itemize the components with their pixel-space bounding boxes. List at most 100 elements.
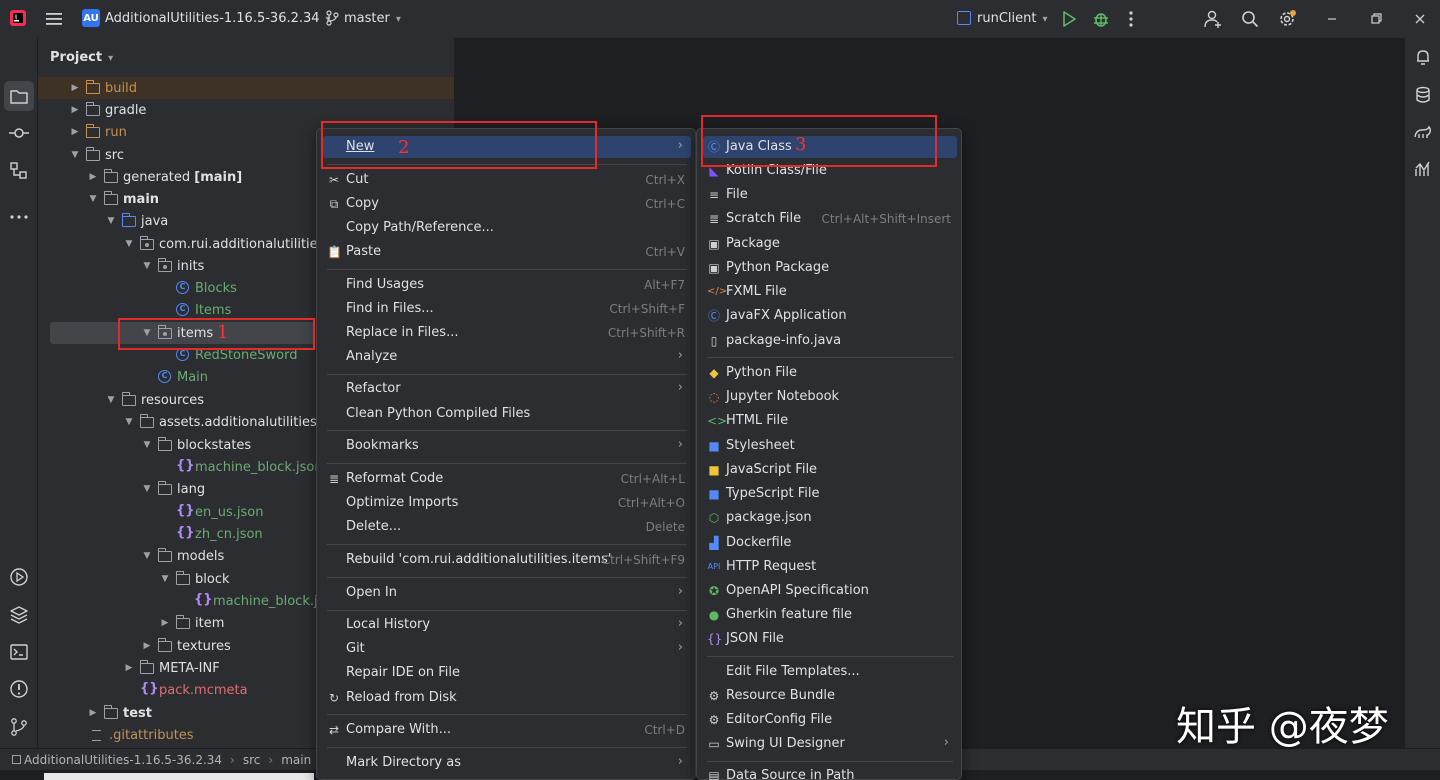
chevron-down-icon[interactable]: ▼: [158, 574, 172, 584]
menu-item-compare-with[interactable]: ⇄ Compare With... Ctrl+D: [323, 719, 691, 741]
submenu-item-data-source[interactable]: ▤ Data Source in Path: [703, 765, 957, 780]
menu-item-mark-directory[interactable]: Mark Directory as ›: [323, 752, 691, 774]
run-icon[interactable]: [1059, 9, 1079, 29]
chevron-down-icon[interactable]: ▼: [104, 216, 118, 226]
submenu-item-resource-bundle[interactable]: ⚙ Resource Bundle: [703, 685, 957, 707]
gradle-elephant-icon[interactable]: [1413, 122, 1433, 142]
submenu-item-edit-templates[interactable]: Edit File Templates...: [703, 661, 957, 683]
chevron-down-icon[interactable]: ▼: [140, 484, 154, 494]
chevron-right-icon[interactable]: ▶: [68, 105, 82, 115]
menu-item-optimize-imports[interactable]: Optimize Imports Ctrl+Alt+O: [323, 492, 691, 514]
chevron-right-icon[interactable]: ▶: [86, 172, 100, 182]
problems-icon[interactable]: [8, 678, 30, 700]
submenu-item-package[interactable]: ▣ Package: [703, 233, 957, 255]
main-menu-icon[interactable]: [44, 9, 64, 29]
submenu-item-gherkin[interactable]: ● Gherkin feature file: [703, 604, 957, 626]
breadcrumb-project[interactable]: AdditionalUtilities-1.16.5-36.2.34: [24, 753, 222, 767]
menu-item-cut[interactable]: ✂ Cut Ctrl+X: [323, 169, 691, 191]
menu-item-clean-python[interactable]: Clean Python Compiled Files: [323, 403, 691, 425]
run-config-selector[interactable]: runClient ▾: [977, 11, 1048, 26]
submenu-item-python-package[interactable]: ▣ Python Package: [703, 257, 957, 279]
submenu-item-swing-ui[interactable]: ▭ Swing UI Designer ›: [703, 733, 957, 755]
menu-item-refactor[interactable]: Refactor ›: [323, 378, 691, 400]
submenu-item-dockerfile[interactable]: ▟ Dockerfile: [703, 532, 957, 554]
menu-item-open-in[interactable]: Open In ›: [323, 582, 691, 604]
menu-item-delete[interactable]: Delete... Delete: [323, 516, 691, 538]
menu-item-analyze[interactable]: Analyze ›: [323, 346, 691, 368]
more-tools-icon[interactable]: [8, 206, 30, 228]
more-actions-icon[interactable]: [1121, 9, 1141, 29]
services-run-icon[interactable]: [8, 566, 30, 588]
project-badge[interactable]: AU: [82, 9, 100, 27]
submenu-item-json[interactable]: {} JSON File: [703, 628, 957, 650]
menu-item-find-in-files[interactable]: Find in Files... Ctrl+Shift+F: [323, 298, 691, 320]
project-folder-icon[interactable]: [8, 85, 30, 107]
submenu-item-package-info[interactable]: ▯ package-info.java: [703, 330, 957, 352]
chevron-down-icon[interactable]: ▼: [68, 150, 82, 160]
submenu-item-fxml[interactable]: </> FXML File: [703, 281, 957, 303]
git-branch-icon[interactable]: [325, 10, 339, 26]
tree-node-gradle[interactable]: ▶ gradle: [38, 99, 454, 121]
submenu-item-python-file[interactable]: ◆ Python File: [703, 362, 957, 384]
submenu-item-package-json[interactable]: ⬡ package.json: [703, 507, 957, 529]
settings-gear-icon[interactable]: [1277, 9, 1297, 29]
submenu-item-stylesheet[interactable]: ■ Stylesheet: [703, 435, 957, 457]
chevron-down-icon[interactable]: ▼: [140, 551, 154, 561]
terminal-icon[interactable]: [8, 641, 30, 663]
menu-item-replace-in-files[interactable]: Replace in Files... Ctrl+Shift+R: [323, 322, 691, 344]
git-icon[interactable]: [8, 716, 30, 738]
chevron-down-icon[interactable]: ▼: [86, 194, 100, 204]
branch-selector[interactable]: master ▾: [344, 11, 401, 26]
breadcrumb-main[interactable]: main: [281, 753, 311, 767]
chevron-right-icon[interactable]: ▶: [68, 127, 82, 137]
project-view-selector[interactable]: Project ▾: [50, 50, 113, 65]
submenu-item-javascript[interactable]: ■ JavaScript File: [703, 459, 957, 481]
tree-node-build[interactable]: ▶ build: [38, 77, 454, 99]
chevron-right-icon[interactable]: ▶: [140, 641, 154, 651]
intellij-logo-icon[interactable]: IJ: [8, 8, 28, 28]
layers-icon[interactable]: [8, 604, 30, 626]
chevron-down-icon[interactable]: ▼: [104, 395, 118, 405]
menu-item-local-history[interactable]: Local History ›: [323, 614, 691, 636]
notifications-bell-icon[interactable]: [1413, 47, 1433, 67]
submenu-item-file[interactable]: ≡ File: [703, 184, 957, 206]
database-icon[interactable]: [1413, 85, 1433, 105]
add-user-icon[interactable]: [1203, 9, 1223, 29]
submenu-item-openapi[interactable]: ✪ OpenAPI Specification: [703, 580, 957, 602]
menu-item-paste[interactable]: 📋 Paste Ctrl+V: [323, 241, 691, 263]
chevron-down-icon[interactable]: ▼: [122, 239, 136, 249]
commit-icon[interactable]: [8, 122, 30, 144]
chevron-down-icon[interactable]: ▼: [140, 261, 154, 271]
submenu-item-javafx[interactable]: Ⓒ JavaFX Application: [703, 305, 957, 327]
close-window-icon[interactable]: [1410, 9, 1430, 29]
project-selector[interactable]: AdditionalUtilities-1.16.5-36.2.34 ▾: [105, 11, 331, 26]
menu-item-copy[interactable]: ⧉ Copy Ctrl+C: [323, 193, 691, 215]
chevron-right-icon[interactable]: ▶: [158, 618, 172, 628]
menu-item-repair-ide[interactable]: Repair IDE on File: [323, 662, 691, 684]
structure-icon[interactable]: [8, 160, 30, 182]
submenu-item-editorconfig[interactable]: ⚙ EditorConfig File: [703, 709, 957, 731]
menu-item-rebuild[interactable]: Rebuild 'com.rui.additionalutilities.ite…: [323, 549, 691, 571]
chevron-down-icon[interactable]: ▼: [122, 417, 136, 427]
menu-item-git[interactable]: Git ›: [323, 638, 691, 660]
menu-item-reformat-code[interactable]: ≣ Reformat Code Ctrl+Alt+L: [323, 468, 691, 490]
debug-icon[interactable]: [1091, 9, 1111, 29]
submenu-item-html[interactable]: <> HTML File: [703, 410, 957, 432]
menu-item-reload-from-disk[interactable]: ↻ Reload from Disk: [323, 687, 691, 709]
menu-item-bookmarks[interactable]: Bookmarks ›: [323, 435, 691, 457]
restore-window-icon[interactable]: [1366, 9, 1386, 29]
submenu-item-http-request[interactable]: API HTTP Request: [703, 556, 957, 578]
chevron-right-icon[interactable]: ▶: [68, 83, 82, 93]
menu-item-find-usages[interactable]: Find Usages Alt+F7: [323, 274, 691, 296]
breadcrumb-src[interactable]: src: [243, 753, 261, 767]
chevron-right-icon[interactable]: ▶: [122, 663, 136, 673]
profiler-icon[interactable]: [1413, 159, 1433, 179]
menu-item-copy-path[interactable]: Copy Path/Reference...: [323, 217, 691, 239]
chevron-right-icon[interactable]: ▶: [86, 708, 100, 718]
submenu-item-scratch-file[interactable]: ≣ Scratch File Ctrl+Alt+Shift+Insert: [703, 208, 957, 230]
chevron-down-icon[interactable]: ▼: [140, 440, 154, 450]
submenu-item-jupyter[interactable]: ◌ Jupyter Notebook: [703, 386, 957, 408]
submenu-item-typescript[interactable]: ■ TypeScript File: [703, 483, 957, 505]
search-icon[interactable]: [1240, 9, 1260, 29]
minimize-window-icon[interactable]: [1322, 9, 1342, 29]
